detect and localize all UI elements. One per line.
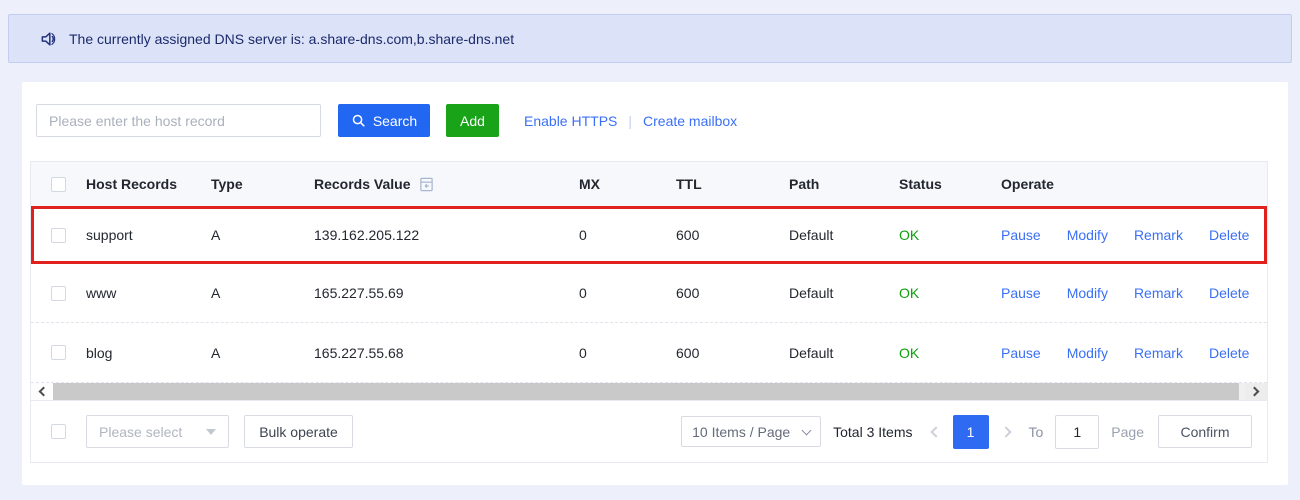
column-header-status: Status [899, 176, 1001, 192]
host-record: support [86, 227, 211, 243]
create-mailbox-link[interactable]: Create mailbox [643, 113, 737, 129]
records-table: Host Records Type Records Value MX TTL P… [30, 161, 1268, 463]
pause-link[interactable]: Pause [1001, 345, 1041, 361]
modify-link[interactable]: Modify [1067, 227, 1108, 243]
horizontal-scrollbar [31, 382, 1267, 400]
items-per-page-select[interactable]: 10 Items / Page [681, 416, 821, 447]
record-path: Default [789, 227, 899, 243]
remark-link[interactable]: Remark [1134, 345, 1183, 361]
record-ttl: 600 [676, 345, 789, 361]
record-ttl: 600 [676, 285, 789, 301]
column-header-ttl: TTL [676, 176, 789, 192]
bulk-action-select[interactable]: Please select [86, 415, 229, 448]
total-items-label: Total 3 Items [833, 424, 912, 440]
record-type: A [211, 227, 314, 243]
record-value: 165.227.55.69 [314, 285, 579, 301]
page-label: Page [1111, 424, 1144, 440]
column-header-type: Type [211, 176, 314, 192]
column-header-operate: Operate [1001, 176, 1267, 192]
record-type: A [211, 345, 314, 361]
pause-link[interactable]: Pause [1001, 285, 1041, 301]
delete-link[interactable]: Delete [1209, 285, 1249, 301]
search-button[interactable]: Search [338, 104, 430, 137]
host-record: www [86, 285, 211, 301]
record-ttl: 600 [676, 227, 789, 243]
banner-text: The currently assigned DNS server is: a.… [69, 31, 514, 47]
row-checkbox[interactable] [51, 228, 66, 243]
bulk-action-select-value: Please select [99, 424, 182, 440]
delete-link[interactable]: Delete [1209, 345, 1249, 361]
row-checkbox[interactable] [51, 286, 66, 301]
column-header-mx: MX [579, 176, 676, 192]
select-all-checkbox[interactable] [51, 177, 66, 192]
pagination: 10 Items / Page Total 3 Items 1 To Page … [681, 415, 1252, 449]
goto-page-input[interactable] [1055, 415, 1099, 449]
speaker-icon [39, 29, 59, 49]
modify-link[interactable]: Modify [1067, 285, 1108, 301]
goto-label: To [1029, 424, 1044, 440]
bulk-select-checkbox[interactable] [51, 424, 66, 439]
delete-link[interactable]: Delete [1209, 227, 1249, 243]
bulk-operate-button[interactable]: Bulk operate [244, 415, 353, 448]
host-record-search-input[interactable] [36, 104, 321, 137]
dns-records-card: Search Add Enable HTTPS | Create mailbox… [22, 82, 1288, 485]
record-mx: 0 [579, 345, 676, 361]
column-header-value: Records Value [314, 176, 411, 192]
link-separator: | [628, 113, 632, 129]
scrollbar-thumb[interactable] [53, 383, 1239, 400]
pause-link[interactable]: Pause [1001, 227, 1041, 243]
chevron-right-icon [1000, 426, 1011, 437]
prev-page-button[interactable] [923, 428, 949, 436]
chevron-left-icon [39, 387, 49, 397]
record-status: OK [899, 345, 1001, 361]
scroll-left-button[interactable] [31, 383, 53, 400]
record-path: Default [789, 285, 899, 301]
table-row: blog A 165.227.55.68 0 600 Default OK Pa… [31, 322, 1267, 382]
row-checkbox[interactable] [51, 345, 66, 360]
record-mx: 0 [579, 285, 676, 301]
remark-link[interactable]: Remark [1134, 227, 1183, 243]
dns-server-banner: The currently assigned DNS server is: a.… [8, 14, 1292, 63]
confirm-button[interactable]: Confirm [1158, 415, 1252, 448]
table-header-row: Host Records Type Records Value MX TTL P… [31, 162, 1267, 206]
record-path: Default [789, 345, 899, 361]
record-mx: 0 [579, 227, 676, 243]
caret-down-icon [206, 429, 216, 435]
remark-link[interactable]: Remark [1134, 285, 1183, 301]
chevron-down-icon [802, 425, 812, 435]
current-page-button[interactable]: 1 [953, 415, 989, 449]
column-header-host: Host Records [86, 176, 211, 192]
enable-https-link[interactable]: Enable HTTPS [524, 113, 617, 129]
add-record-button[interactable]: Add [446, 104, 499, 137]
scroll-right-button[interactable] [1245, 383, 1267, 400]
toolbar: Search Add Enable HTTPS | Create mailbox [22, 82, 1288, 137]
table-footer: Please select Bulk operate 10 Items / Pa… [31, 400, 1267, 462]
host-record: blog [86, 345, 211, 361]
search-button-label: Search [373, 113, 417, 129]
record-status: OK [899, 285, 1001, 301]
record-type: A [211, 285, 314, 301]
table-row: support A 139.162.205.122 0 600 Default … [31, 206, 1267, 264]
table-row: www A 165.227.55.69 0 600 Default OK Pau… [31, 264, 1267, 322]
next-page-button[interactable] [993, 428, 1019, 436]
chevron-right-icon [1250, 387, 1260, 397]
record-status: OK [899, 227, 1001, 243]
record-value: 165.227.55.68 [314, 345, 579, 361]
modify-link[interactable]: Modify [1067, 345, 1108, 361]
chevron-left-icon [930, 426, 941, 437]
items-per-page-value: 10 Items / Page [692, 424, 790, 440]
records-value-collapse-icon[interactable] [419, 177, 434, 192]
record-value: 139.162.205.122 [314, 227, 579, 243]
column-header-path: Path [789, 176, 899, 192]
search-icon [351, 113, 366, 128]
